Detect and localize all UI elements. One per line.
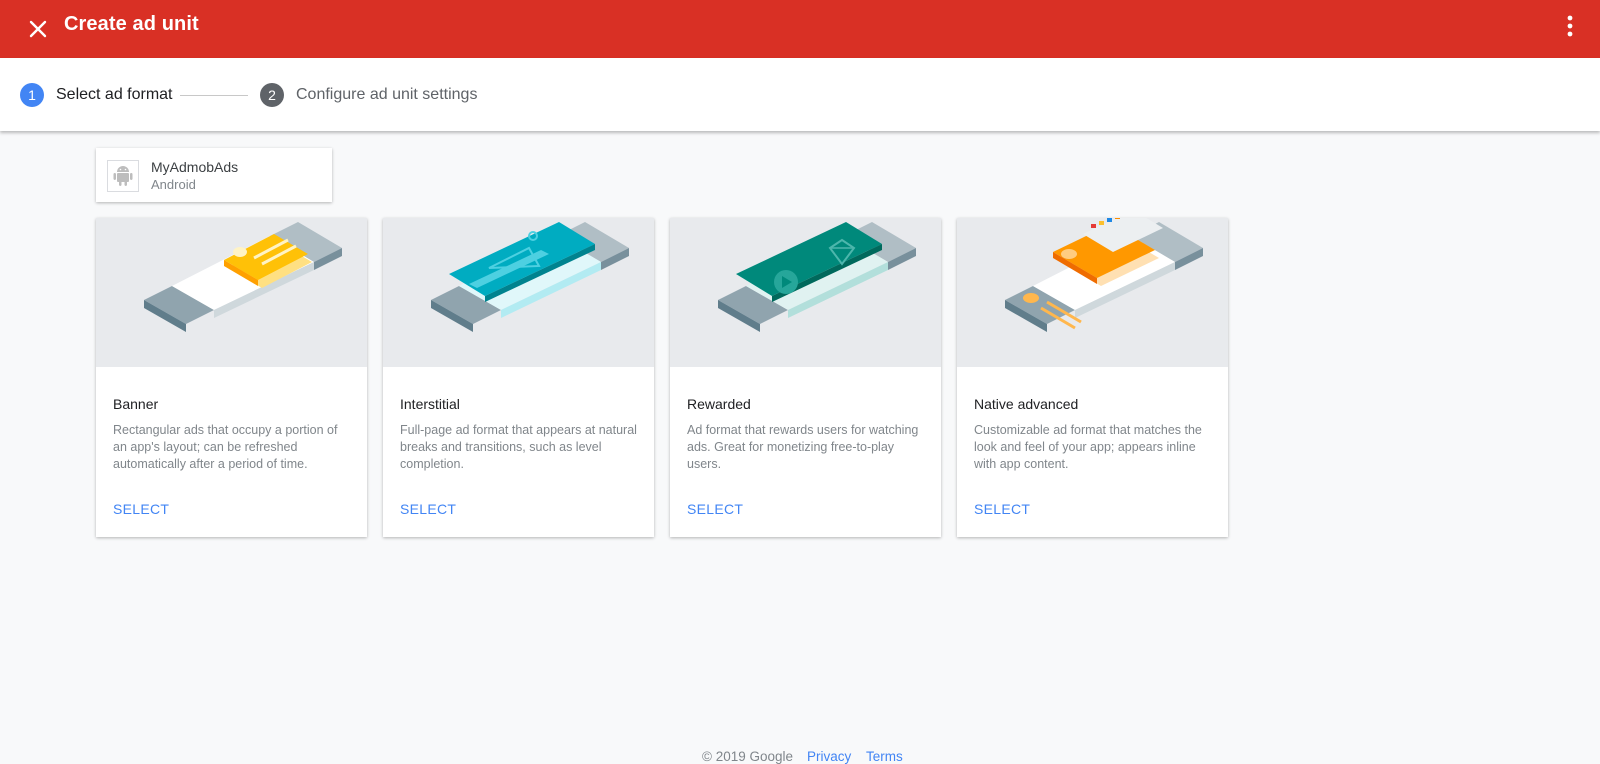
- footer: © 2019 Google Privacy Terms: [0, 747, 1600, 764]
- step-select-ad-format[interactable]: 1 Select ad format: [20, 83, 173, 107]
- more-vert-icon: [1567, 15, 1573, 37]
- ad-format-card-banner[interactable]: Banner Rectangular ads that occupy a por…: [96, 218, 367, 537]
- close-button[interactable]: [20, 11, 56, 47]
- app-icon-container: [107, 160, 139, 192]
- step-connector: [180, 95, 248, 96]
- app-name: MyAdmobAds: [151, 159, 239, 175]
- card-title: Rewarded: [687, 396, 751, 412]
- stepper: 1 Select ad format 2 Configure ad unit s…: [0, 58, 1600, 131]
- select-button[interactable]: SELECT: [113, 501, 169, 517]
- android-icon: [113, 166, 133, 186]
- privacy-link[interactable]: Privacy: [807, 749, 851, 764]
- card-description: Customizable ad format that matches the …: [974, 423, 1202, 471]
- select-button[interactable]: SELECT: [400, 501, 456, 517]
- app-chip: MyAdmobAds Android: [96, 148, 332, 202]
- select-button[interactable]: SELECT: [687, 501, 743, 517]
- copyright-text: © 2019 Google: [702, 749, 794, 764]
- card-description: Full-page ad format that appears at natu…: [400, 423, 637, 471]
- terms-link[interactable]: Terms: [866, 749, 903, 764]
- ad-format-card-interstitial[interactable]: Interstitial Full-page ad format that ap…: [383, 218, 654, 537]
- native-advanced-illustration: [957, 218, 1228, 367]
- card-description: Rectangular ads that occupy a portion of…: [113, 423, 338, 471]
- app-platform: Android: [151, 177, 196, 192]
- card-title: Banner: [113, 396, 159, 412]
- top-app-bar: Create ad unit: [0, 0, 1600, 58]
- card-description: Ad format that rewards users for watchin…: [687, 423, 919, 471]
- rewarded-illustration: [670, 218, 941, 367]
- ad-format-card-native-advanced[interactable]: Native advanced Customizable ad format t…: [957, 218, 1228, 537]
- page-title: Create ad unit: [64, 13, 199, 35]
- step-number: 1: [20, 83, 44, 107]
- more-options-button[interactable]: [1554, 10, 1586, 42]
- step-label: Select ad format: [56, 86, 173, 103]
- step-number: 2: [260, 83, 284, 107]
- select-button[interactable]: SELECT: [974, 501, 1030, 517]
- step-label: Configure ad unit settings: [296, 86, 478, 103]
- step-configure-settings[interactable]: 2 Configure ad unit settings: [260, 83, 477, 107]
- interstitial-illustration: [383, 218, 654, 367]
- ad-format-card-rewarded[interactable]: Rewarded Ad format that rewards users fo…: [670, 218, 941, 537]
- card-title: Interstitial: [400, 396, 460, 412]
- banner-illustration: [96, 218, 367, 367]
- close-icon: [29, 20, 47, 38]
- card-title: Native advanced: [974, 396, 1079, 412]
